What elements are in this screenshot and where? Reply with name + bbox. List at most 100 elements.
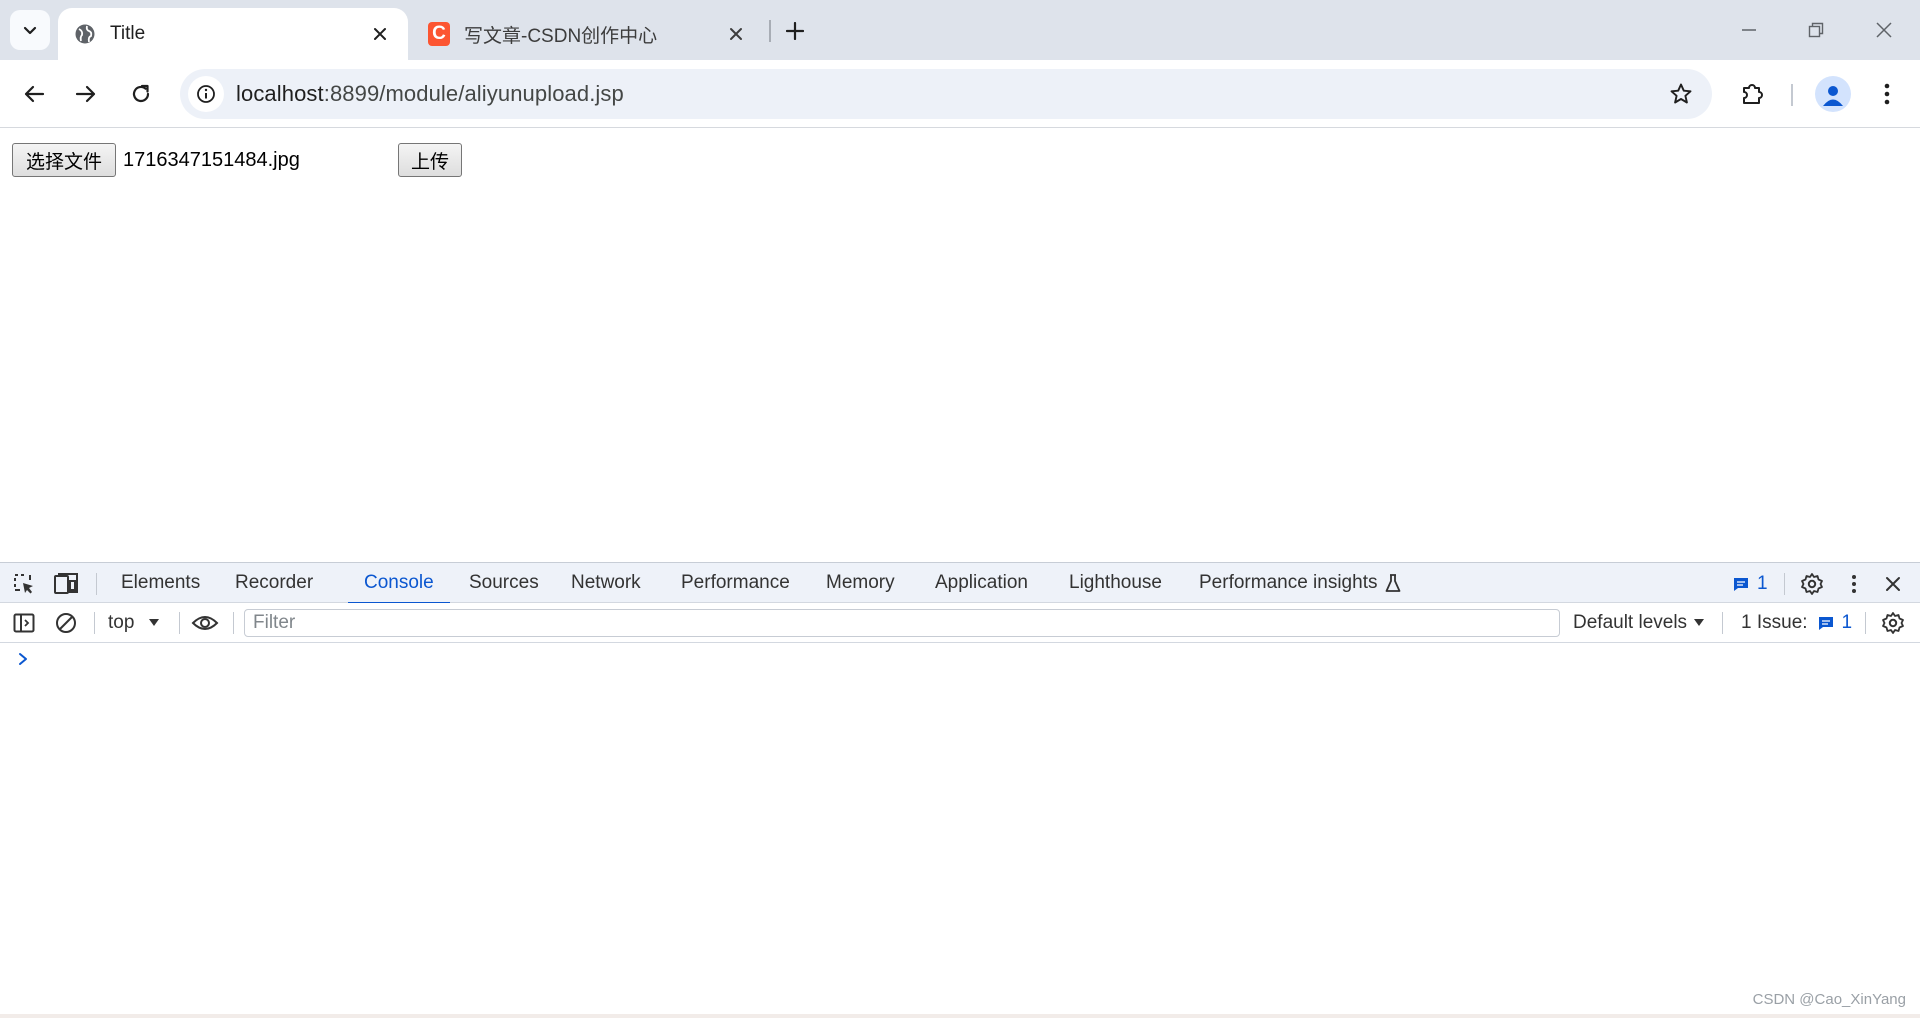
context-label: top bbox=[108, 612, 135, 633]
tab-network[interactable]: Network bbox=[571, 563, 641, 603]
tab-label: Title bbox=[110, 23, 146, 44]
new-tab-button[interactable] bbox=[778, 14, 812, 48]
console-prompt[interactable] bbox=[16, 651, 32, 667]
inspect-icon bbox=[12, 572, 36, 596]
message-icon bbox=[1818, 615, 1834, 631]
tab-application[interactable]: Application bbox=[935, 563, 1028, 603]
devtools-menu-button[interactable] bbox=[1839, 569, 1869, 599]
block-icon bbox=[54, 611, 78, 635]
plus-icon bbox=[786, 22, 804, 40]
arrow-left-icon bbox=[23, 83, 45, 105]
issues-button[interactable]: 1 Issue: 1 bbox=[1741, 610, 1852, 636]
tab-recorder[interactable]: Recorder bbox=[235, 563, 313, 603]
close-icon bbox=[1885, 576, 1901, 592]
tab-lighthouse[interactable]: Lighthouse bbox=[1069, 563, 1162, 603]
gear-icon bbox=[1800, 572, 1824, 596]
person-icon bbox=[1820, 81, 1846, 107]
caret-down-icon bbox=[1693, 618, 1705, 628]
flask-icon bbox=[1385, 573, 1401, 593]
tab-bar-divider bbox=[96, 573, 97, 595]
more-vertical-icon bbox=[1883, 82, 1891, 106]
tab-label: Performance insights bbox=[1199, 572, 1378, 593]
toolbar-divider bbox=[94, 612, 95, 634]
tab-csdn[interactable]: C 写文章-CSDN创作中心 bbox=[414, 8, 764, 60]
tab-strip: Title C 写文章-CSDN创作中心 bbox=[0, 0, 1920, 60]
tab-memory[interactable]: Memory bbox=[826, 563, 895, 603]
close-tab-icon[interactable] bbox=[722, 20, 750, 48]
forward-button[interactable] bbox=[66, 74, 106, 114]
clear-console-button[interactable] bbox=[51, 608, 81, 638]
close-tab-icon[interactable] bbox=[366, 20, 394, 48]
live-expression-button[interactable] bbox=[190, 608, 220, 638]
url-path: :8899/module/aliyunupload.jsp bbox=[323, 81, 624, 106]
tab-sources[interactable]: Sources bbox=[469, 563, 539, 603]
site-info-button[interactable] bbox=[188, 76, 224, 112]
sidebar-toggle-button[interactable] bbox=[9, 608, 39, 638]
tab-search-button[interactable] bbox=[10, 10, 50, 50]
browser-toolbar: localhost:8899/module/aliyunupload.jsp bbox=[0, 60, 1920, 128]
device-toolbar-button[interactable] bbox=[51, 569, 81, 599]
close-devtools-button[interactable] bbox=[1878, 569, 1908, 599]
csdn-logo-icon: C bbox=[428, 22, 450, 46]
tab-label: 写文章-CSDN创作中心 bbox=[464, 25, 658, 47]
toolbar-divider bbox=[1791, 84, 1793, 106]
url-host: localhost bbox=[236, 81, 324, 106]
arrow-right-icon bbox=[75, 83, 97, 105]
upload-button[interactable]: 上传 bbox=[398, 143, 462, 177]
chevron-down-icon bbox=[22, 22, 38, 38]
page-content: 选择文件 1716347151484.jpg 上传 bbox=[0, 129, 1920, 562]
log-levels-dropdown[interactable]: Default levels bbox=[1573, 610, 1705, 636]
toolbar-divider bbox=[1865, 612, 1866, 634]
reload-button[interactable] bbox=[121, 74, 161, 114]
info-icon bbox=[196, 84, 216, 104]
tab-divider bbox=[769, 20, 771, 42]
eye-icon bbox=[191, 613, 219, 633]
choose-file-button[interactable]: 选择文件 bbox=[12, 143, 116, 177]
tab-console[interactable]: Console bbox=[348, 563, 450, 604]
toolbar-divider bbox=[233, 612, 234, 634]
messages-badge[interactable]: 1 bbox=[1733, 571, 1768, 597]
tab-performance[interactable]: Performance bbox=[681, 563, 790, 603]
console-filter-input[interactable]: Filter bbox=[244, 609, 1560, 637]
chevron-right-icon bbox=[16, 651, 32, 667]
restore-button[interactable] bbox=[1789, 8, 1843, 52]
bookmark-button[interactable] bbox=[1664, 77, 1698, 111]
messages-count: 1 bbox=[1757, 573, 1768, 594]
devtools-tab-bar: Elements Recorder Console Sources Networ… bbox=[0, 563, 1920, 604]
restore-icon bbox=[1808, 22, 1824, 38]
minimize-icon bbox=[1741, 22, 1757, 38]
message-icon bbox=[1733, 576, 1749, 592]
device-icon bbox=[53, 572, 79, 596]
profile-avatar[interactable] bbox=[1815, 76, 1851, 112]
tab-title[interactable]: Title bbox=[58, 8, 408, 60]
levels-label: Default levels bbox=[1573, 612, 1688, 633]
globe-icon bbox=[74, 23, 96, 45]
puzzle-icon bbox=[1740, 81, 1766, 107]
extensions-button[interactable] bbox=[1733, 74, 1773, 114]
more-vertical-icon bbox=[1851, 574, 1857, 594]
context-selector[interactable]: top bbox=[108, 610, 160, 636]
minimize-button[interactable] bbox=[1722, 8, 1776, 52]
selected-file-name: 1716347151484.jpg bbox=[123, 149, 300, 171]
toolbar-divider bbox=[179, 612, 180, 634]
console-settings-button[interactable] bbox=[1878, 608, 1908, 638]
close-window-button[interactable] bbox=[1857, 8, 1911, 52]
issues-label: 1 Issue: bbox=[1741, 612, 1808, 633]
close-icon bbox=[1876, 22, 1892, 38]
devtools-settings-button[interactable] bbox=[1797, 569, 1827, 599]
taskbar-edge bbox=[0, 1014, 1920, 1018]
watermark: CSDN @Cao_XinYang bbox=[1752, 991, 1906, 1008]
address-bar[interactable]: localhost:8899/module/aliyunupload.jsp bbox=[180, 69, 1712, 119]
issues-count: 1 bbox=[1841, 612, 1853, 633]
inspect-element-button[interactable] bbox=[9, 569, 39, 599]
caret-down-icon bbox=[148, 618, 160, 628]
console-toolbar: top Filter Default levels 1 Issue: 1 bbox=[0, 603, 1920, 643]
tab-performance-insights[interactable]: Performance insights bbox=[1199, 563, 1401, 603]
issues-count-badge: 1 bbox=[1818, 612, 1853, 634]
tab-elements[interactable]: Elements bbox=[121, 563, 200, 603]
back-button[interactable] bbox=[14, 74, 54, 114]
menu-button[interactable] bbox=[1867, 74, 1907, 114]
tab-bar-divider bbox=[1784, 573, 1785, 595]
reload-icon bbox=[130, 83, 152, 105]
gear-icon bbox=[1881, 611, 1905, 635]
